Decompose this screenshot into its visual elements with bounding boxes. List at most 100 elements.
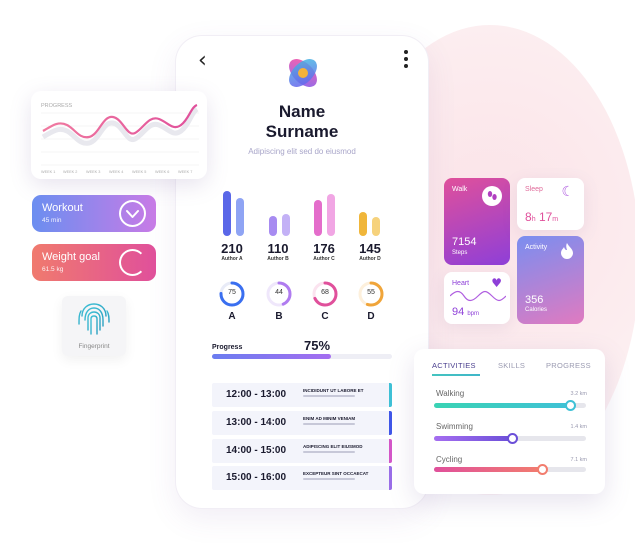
schedule-placeholder-line	[303, 478, 355, 480]
bar-a2	[236, 198, 244, 236]
more-menu-icon[interactable]	[404, 50, 408, 71]
schedule-time: 13:00 - 14:00	[226, 417, 287, 428]
ring-letter-c: C	[321, 311, 329, 322]
schedule-time: 12:00 - 13:00	[226, 389, 287, 400]
activity-label-walking: Walking	[436, 389, 465, 398]
sleep-hours-unit: h	[531, 216, 536, 223]
schedule-accent	[389, 439, 392, 463]
workout-duration: 45 min	[42, 217, 62, 224]
ring-value-c: 68	[321, 289, 329, 296]
walking-slider[interactable]	[434, 400, 586, 411]
swimming-slider-fill	[434, 436, 514, 441]
heart-rate-unit: bpm	[467, 311, 479, 317]
sleep-minutes: 17	[538, 210, 553, 224]
stat-label-b: Author B	[267, 256, 289, 262]
schedule-title: INCIDIDUNT UT LABORE ET	[303, 388, 364, 393]
profile-subtitle: Adipiscing elit sed do eiusmod	[248, 147, 356, 156]
chevron-down-icon[interactable]	[119, 200, 146, 227]
sleep-title: Sleep	[525, 186, 543, 193]
bar-d2	[372, 217, 380, 236]
activity-title: Activity	[525, 244, 548, 251]
walking-slider-handle[interactable]	[564, 400, 576, 411]
fingerprint-label: Fingerprint	[78, 343, 110, 350]
progress-percent: 75%	[304, 338, 331, 353]
schedule-item[interactable]: 15:00 - 16:00 EXCEPTEUR SINT OCCAECAT	[212, 466, 392, 490]
cycling-slider[interactable]	[434, 464, 586, 475]
sleep-duration: 8h 17m	[525, 210, 558, 224]
fingerprint-button[interactable]: Fingerprint	[62, 296, 126, 356]
schedule-item[interactable]: 14:00 - 15:00 ADIPISCING ELIT EIUSMOD	[212, 439, 392, 463]
progress-line-chart: PROGRESS WEEK 1 WEEK 2 WEEK 3 WEEK 4 WEE…	[41, 103, 199, 174]
activity-distance-walking: 3.2 km	[570, 391, 587, 397]
tab-activities[interactable]: ACTIVITIES	[432, 361, 476, 370]
walk-title: Walk	[452, 186, 468, 193]
schedule-item[interactable]: 12:00 - 13:00 INCIDIDUNT UT LABORE ET	[212, 383, 392, 407]
progress-label: Progress	[212, 344, 243, 351]
activity-calories-unit: Calories	[525, 307, 548, 313]
fingerprint-icon	[78, 303, 110, 337]
phone-screen: ‹ Name Surname Adipiscing elit sed do ei…	[176, 36, 428, 508]
profile-first-name: Name	[278, 102, 326, 121]
schedule-title: ENIM AD MINIM VENIAM	[303, 416, 356, 421]
walk-tile[interactable]: Walk 7154 Steps	[444, 178, 510, 265]
weight-goal-card[interactable]: Weight goal 61.5 kg	[32, 244, 156, 281]
cycling-slider-handle[interactable]	[537, 464, 549, 475]
sleep-tile[interactable]: Sleep ☾ 8h 17m	[517, 178, 584, 230]
progress-bar-fill	[212, 354, 331, 359]
heart-rate-number: 94	[452, 306, 465, 318]
workout-card[interactable]: Workout 45 min	[32, 195, 156, 232]
activity-tile[interactable]: Activity 356 Calories	[517, 236, 584, 324]
stat-value-c: 176	[313, 241, 335, 256]
cycling-slider-fill	[434, 467, 544, 472]
bar-a1	[223, 191, 231, 236]
stat-label-d: Author D	[359, 256, 381, 262]
swimming-slider-handle[interactable]	[507, 433, 519, 444]
activities-card: ACTIVITIES SKILLS PROGRESS Walking 3.2 k…	[414, 349, 605, 494]
bar-b2	[282, 214, 290, 236]
schedule-title: ADIPISCING ELIT EIUSMOD	[303, 444, 363, 449]
ring-value-b: 44	[275, 289, 283, 296]
stat-label-a: Author A	[221, 256, 243, 262]
schedule-accent	[389, 383, 392, 407]
activity-distance-cycling: 7.1 km	[570, 457, 587, 463]
weight-goal-title: Weight goal	[42, 251, 100, 263]
schedule-placeholder-line	[303, 395, 355, 397]
week-label: WEEK 3	[86, 170, 100, 174]
stat-value-d: 145	[359, 241, 381, 256]
heart-icon: ♥	[491, 276, 502, 290]
ring-letter-d: D	[367, 311, 375, 322]
tab-active-indicator	[432, 374, 480, 376]
heart-tile[interactable]: Heart ♥ 94 bpm	[444, 272, 510, 324]
bar-b1	[269, 216, 277, 236]
profile-last-name: Surname	[265, 122, 339, 141]
stat-value-b: 110	[267, 241, 289, 256]
sleep-hours: 8	[525, 210, 532, 224]
walk-steps-unit: Steps	[452, 250, 468, 256]
swimming-slider[interactable]	[434, 433, 586, 444]
week-label: WEEK 4	[109, 170, 123, 174]
schedule-placeholder-line	[303, 451, 355, 453]
heart-title: Heart	[452, 280, 470, 287]
week-label: WEEK 5	[132, 170, 146, 174]
chart-title: PROGRESS	[41, 103, 73, 109]
footsteps-icon	[482, 186, 502, 206]
schedule-time: 14:00 - 15:00	[226, 445, 287, 456]
app-logo-icon	[289, 59, 317, 87]
progress-ring-icon	[119, 249, 146, 276]
activity-distance-swimming: 1.4 km	[570, 424, 587, 430]
workout-title: Workout	[42, 202, 83, 214]
ring-letter-a: A	[228, 311, 236, 322]
back-arrow-icon[interactable]: ‹	[198, 48, 207, 73]
activity-calories-value: 356	[525, 294, 544, 306]
tab-progress[interactable]: PROGRESS	[546, 361, 591, 370]
progress-bar	[212, 354, 392, 359]
weight-goal-value: 61.5 kg	[42, 266, 64, 273]
progress-chart-card: PROGRESS WEEK 1 WEEK 2 WEEK 3 WEEK 4 WEE…	[31, 91, 207, 179]
schedule-item[interactable]: 13:00 - 14:00 ENIM AD MINIM VENIAM	[212, 411, 392, 435]
author-bar-group	[206, 186, 396, 236]
ring-letter-b: B	[275, 311, 283, 322]
bar-c1	[314, 200, 322, 236]
schedule-time: 15:00 - 16:00	[226, 472, 287, 483]
sleep-minutes-unit: m	[552, 216, 559, 223]
tab-skills[interactable]: SKILLS	[498, 361, 525, 370]
